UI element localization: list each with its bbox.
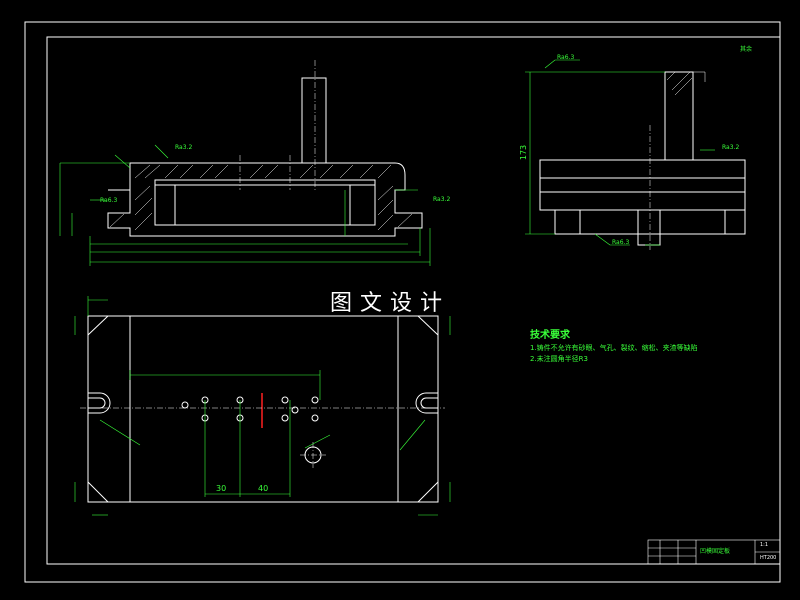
roughness-label-6: Ra6.3 [100,197,118,204]
plan-view [87,315,439,503]
dim-40: 40 [258,484,269,493]
side-view-hatch [666,71,706,96]
scale: 1:1 [760,542,769,548]
dim-30: 30 [216,484,227,493]
watermark: 图文设计 [330,291,451,316]
tech-requirement-1: 1.铸件不允许有砂眼、气孔、裂纹、缩松、夹渣等缺陷 [530,344,698,352]
material: HT200 [760,555,777,561]
section-centerlines [239,60,316,190]
roughness-label-5: Ra3.2 [433,196,451,203]
roughness-label-3: Ra3.2 [722,144,740,151]
tech-requirements-title: 技术要求 [530,330,570,341]
front-section-view [107,77,423,237]
roughness-label-4: Ra6.3 [612,239,630,246]
roughness-note: 其余 [740,46,753,53]
roughness-label-2: Ra3.2 [175,144,193,151]
tech-requirement-2: 2.未注圆角半径R3 [530,355,588,363]
side-dimensions [525,59,715,246]
dim-173: 173 [519,144,529,161]
part-name: 凹模固定板 [700,548,731,555]
side-view [539,71,746,246]
roughness-label-1: Ra6.3 [557,54,575,61]
